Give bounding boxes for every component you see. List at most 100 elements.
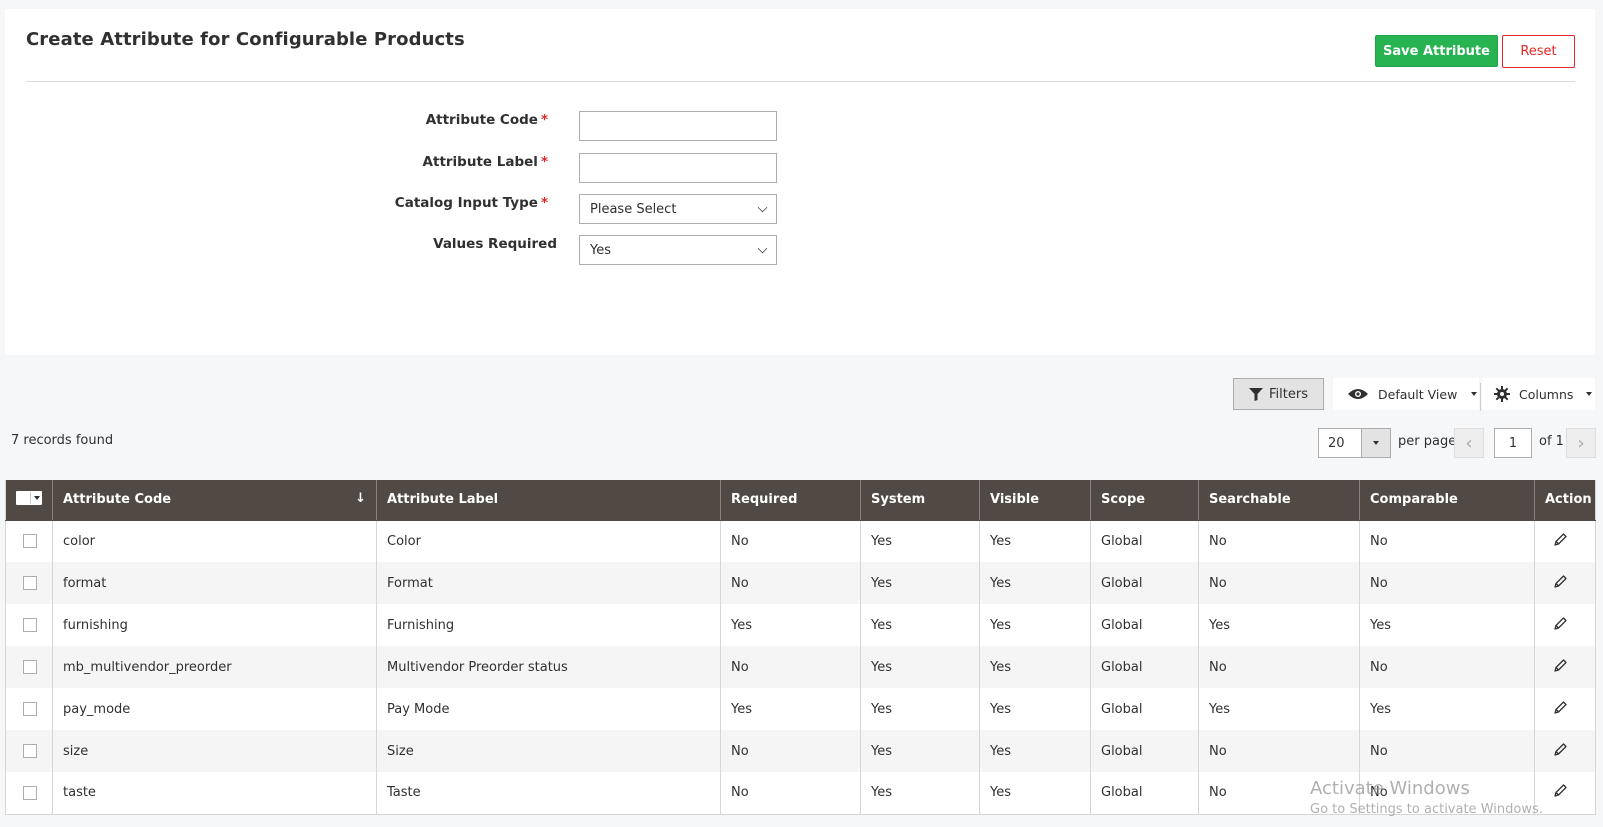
cell-code: format <box>52 562 377 604</box>
action-cell <box>1534 646 1596 688</box>
attribute-code-input[interactable] <box>579 111 777 141</box>
attribute-code-label: Attribute Code * <box>425 112 548 128</box>
row-checkbox[interactable] <box>23 618 37 632</box>
toolbar-divider <box>1480 383 1481 411</box>
next-page-button[interactable]: › <box>1566 428 1596 458</box>
cell-comparable: No <box>1359 646 1535 688</box>
column-header-attribute-label[interactable]: Attribute Label <box>376 480 721 521</box>
filters-button[interactable]: Filters <box>1233 378 1324 410</box>
attribute-label-input[interactable] <box>579 153 777 183</box>
cell-visible: Yes <box>979 730 1091 772</box>
cell-system: Yes <box>860 772 980 814</box>
per-page-toggle[interactable] <box>1361 429 1390 457</box>
cell-scope: Global <box>1090 646 1199 688</box>
caret-down-icon <box>1373 441 1379 445</box>
chevron-left-icon: ‹ <box>1465 432 1473 454</box>
column-header-system[interactable]: System <box>860 480 980 521</box>
action-cell <box>1534 772 1596 814</box>
default-view-dropdown[interactable]: Default View <box>1333 378 1479 410</box>
filter-icon <box>1249 387 1264 401</box>
title-divider <box>26 81 1575 82</box>
page-title: Create Attribute for Configurable Produc… <box>26 29 465 50</box>
column-header-required[interactable]: Required <box>720 480 861 521</box>
values-required-value: Yes <box>590 243 611 258</box>
total-pages-label: of 1 <box>1539 434 1564 449</box>
previous-page-button[interactable]: ‹ <box>1454 428 1484 458</box>
column-header-comparable[interactable]: Comparable <box>1359 480 1535 521</box>
cell-code: size <box>52 730 377 772</box>
pencil-icon[interactable] <box>1553 742 1568 761</box>
cell-label: Multivendor Preorder status <box>376 646 721 688</box>
row-select-cell <box>5 604 53 646</box>
current-page-input[interactable]: 1 <box>1494 428 1532 458</box>
cell-searchable: No <box>1198 562 1360 604</box>
column-header-scope[interactable]: Scope <box>1090 480 1199 521</box>
values-required-label: Values Required <box>433 236 557 252</box>
cell-visible: Yes <box>979 646 1091 688</box>
per-page-select[interactable]: 20 <box>1318 428 1391 458</box>
save-attribute-button[interactable]: Save Attribute <box>1375 35 1498 67</box>
columns-dropdown[interactable]: Columns <box>1482 378 1595 410</box>
column-header-searchable[interactable]: Searchable <box>1198 480 1360 521</box>
cell-system: Yes <box>860 646 980 688</box>
row-checkbox[interactable] <box>23 702 37 716</box>
cell-required: No <box>720 730 861 772</box>
cell-system: Yes <box>860 520 980 562</box>
cell-code: color <box>52 520 377 562</box>
action-cell <box>1534 688 1596 730</box>
cell-code: taste <box>52 772 377 814</box>
watermark-title: Activate Windows <box>1310 778 1470 799</box>
values-required-select[interactable]: Yes <box>579 235 777 265</box>
pencil-icon[interactable] <box>1553 783 1568 802</box>
pencil-icon[interactable] <box>1553 574 1568 593</box>
cell-searchable: Yes <box>1198 604 1360 646</box>
pencil-icon[interactable] <box>1553 658 1568 677</box>
caret-down-icon <box>1586 392 1593 396</box>
caret-down-icon <box>1471 392 1478 396</box>
mass-select-checkbox[interactable] <box>16 491 42 506</box>
row-checkbox[interactable] <box>23 660 37 674</box>
reset-button[interactable]: Reset <box>1502 35 1575 68</box>
chevron-right-icon: › <box>1577 432 1585 454</box>
action-cell <box>1534 730 1596 772</box>
cell-visible: Yes <box>979 520 1091 562</box>
cell-label: Color <box>376 520 721 562</box>
windows-activation-watermark: Activate Windows Go to Settings to activ… <box>1310 778 1543 817</box>
create-attribute-panel: Create Attribute for Configurable Produc… <box>5 9 1595 355</box>
row-select-cell <box>5 772 53 814</box>
row-checkbox[interactable] <box>23 744 37 758</box>
cell-visible: Yes <box>979 562 1091 604</box>
mass-select-toggle[interactable] <box>30 492 42 505</box>
catalog-input-type-label: Catalog Input Type * <box>394 195 548 211</box>
chevron-down-icon <box>757 202 768 213</box>
row-checkbox[interactable] <box>23 534 37 549</box>
catalog-input-type-select[interactable]: Please Select <box>579 194 777 224</box>
row-checkbox[interactable] <box>23 785 37 800</box>
cell-scope: Global <box>1090 604 1199 646</box>
cell-comparable: No <box>1359 562 1535 604</box>
cell-code: mb_multivendor_preorder <box>52 646 377 688</box>
cell-label: Furnishing <box>376 604 721 646</box>
cell-system: Yes <box>860 562 980 604</box>
pencil-icon[interactable] <box>1553 532 1568 551</box>
row-select-cell <box>5 520 53 562</box>
cell-required: Yes <box>720 604 861 646</box>
cell-required: No <box>720 520 861 562</box>
cell-label: Pay Mode <box>376 688 721 730</box>
column-header-visible[interactable]: Visible <box>979 480 1091 521</box>
action-cell <box>1534 562 1596 604</box>
select-all-box[interactable] <box>16 492 30 505</box>
catalog-input-type-value: Please Select <box>590 202 677 217</box>
column-header-attribute-code[interactable]: Attribute Code ↓ <box>52 480 377 521</box>
row-checkbox[interactable] <box>23 576 37 590</box>
cell-scope: Global <box>1090 562 1199 604</box>
per-page-label: per page <box>1398 434 1457 449</box>
row-select-cell <box>5 730 53 772</box>
cell-searchable: Yes <box>1198 688 1360 730</box>
pencil-icon[interactable] <box>1553 700 1568 719</box>
cell-scope: Global <box>1090 730 1199 772</box>
attributes-grid: Attribute Code ↓ Attribute Label Required… <box>5 480 1596 815</box>
pencil-icon[interactable] <box>1553 616 1568 635</box>
mass-select-header[interactable] <box>5 480 53 521</box>
table-row: mb_multivendor_preorder Multivendor Preor… <box>5 646 1596 688</box>
